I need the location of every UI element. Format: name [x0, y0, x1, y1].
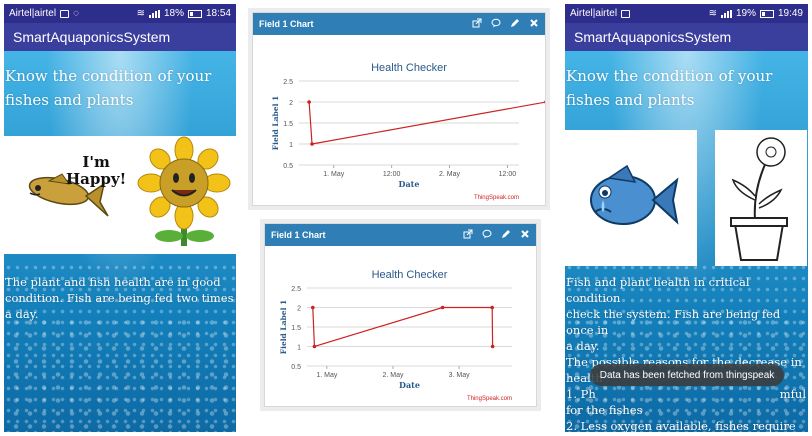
data-point	[440, 305, 445, 310]
clock: 18:54	[205, 8, 231, 19]
headline: Know the condition of your fishes and pl…	[5, 67, 212, 109]
edit-icon[interactable]	[510, 18, 520, 30]
x-tick-label: 1. May	[316, 372, 338, 379]
y-tick-label: 2.5	[283, 79, 293, 86]
x-tick-label: 3. May	[449, 372, 471, 379]
comment-icon[interactable]	[482, 229, 492, 241]
y-tick-label: 0.5	[283, 163, 293, 170]
status-message: Fish and plant health in critical condit…	[566, 274, 806, 432]
sad-fish-image	[565, 130, 697, 266]
y-tick-label: 1.5	[283, 121, 293, 128]
screenshot-collage: Airtel|airtel ◌ ≋ 18% 18:54 SmartAquapon…	[0, 0, 812, 436]
data-point	[310, 142, 314, 146]
y-tick-label: 1	[297, 345, 301, 352]
toast-notification: Data has been fetched from thingspeak	[590, 364, 784, 386]
y-tick-label: 2.5	[291, 286, 301, 293]
data-point	[490, 305, 494, 310]
comment-icon[interactable]	[491, 18, 501, 30]
chart-card-2: Field 1 Chart Health Checker 2.5 2 1.5 1 0.5 1…	[264, 223, 537, 407]
y-tick-label: 1	[289, 142, 293, 149]
app-title: SmartAquaponicsSystem	[574, 29, 732, 45]
y-tick-label: 2	[297, 306, 301, 313]
chart-title: Health Checker	[371, 62, 447, 74]
carrier-label: Airtel|airtel	[570, 8, 618, 19]
data-point	[312, 344, 317, 349]
message-line: 2. Less oxygen available, fishes require	[566, 419, 796, 432]
sunflower-image	[134, 136, 236, 254]
message-line: check the system. Fish are being fed onc…	[566, 307, 781, 337]
battery-percent: 19%	[735, 8, 756, 19]
x-axis-label: Date	[399, 179, 420, 189]
message-line: Fish and plant health in critical condit…	[566, 275, 750, 305]
message-line: a day.	[566, 339, 600, 353]
data-point	[307, 100, 311, 104]
carrier-label: Airtel|airtel	[9, 8, 57, 19]
data-point	[310, 305, 315, 310]
card-title: Field 1 Chart	[271, 230, 326, 240]
image-notification-icon	[621, 9, 631, 18]
sunflower-icon	[137, 136, 231, 246]
app-title: SmartAquaponicsSystem	[13, 29, 171, 45]
edit-icon[interactable]	[501, 229, 511, 241]
speech-line-2: Happy!	[66, 170, 127, 188]
message-line-tail: mful	[779, 387, 806, 401]
status-message: The plant and fish health are in good co…	[5, 275, 234, 321]
battery-percent: 18%	[163, 8, 184, 19]
headline: Know the condition of your fishes and pl…	[566, 67, 773, 109]
close-icon[interactable]	[520, 229, 530, 241]
status-bar: Airtel|airtel ≋ 19% 19:49	[565, 4, 808, 23]
data-point	[490, 344, 495, 349]
battery-icon	[187, 9, 202, 18]
card-header: Field 1 Chart	[253, 13, 545, 35]
x-tick-label: 12:00	[499, 171, 517, 178]
whatsapp-icon: ◌	[73, 8, 80, 19]
speech-line-1: I'm	[82, 153, 110, 171]
line-chart-2: Health Checker 2.5 2 1.5 1 0.5 1. May 2. May 3. …	[279, 269, 512, 402]
close-icon[interactable]	[529, 18, 539, 30]
app-bar: SmartAquaponicsSystem	[4, 23, 236, 51]
wifi-icon: ≋	[708, 8, 717, 19]
x-tick-label: 12:00	[383, 171, 401, 178]
chart-title: Health Checker	[372, 269, 448, 281]
image-notification-icon	[60, 9, 70, 18]
external-link-icon[interactable]	[463, 229, 473, 241]
battery-icon	[759, 9, 774, 18]
y-tick-label: 0.5	[291, 364, 301, 371]
signal-icon	[720, 9, 732, 18]
sad-fish-icon	[590, 164, 679, 225]
x-tick-label: 1. May	[323, 171, 345, 178]
message-line: for the fishes	[566, 403, 643, 417]
external-link-icon[interactable]	[472, 18, 482, 30]
wilted-flower-icon	[730, 137, 788, 261]
wifi-icon: ≋	[136, 8, 145, 19]
clock: 19:49	[777, 8, 803, 19]
message-line: 1. Ph	[566, 387, 596, 401]
card-title: Field 1 Chart	[259, 19, 314, 29]
y-tick-label: 2	[289, 100, 293, 107]
x-tick-label: 2. May	[439, 171, 461, 178]
x-axis-label: Date	[399, 380, 420, 390]
line-chart-1: Health Checker 2.5 2 1.5 1 0.5 1. May 12:00 2. M…	[271, 62, 548, 201]
y-axis-label: Field Label 1	[271, 96, 280, 150]
card-header: Field 1 Chart	[265, 224, 536, 246]
thingspeak-credit[interactable]: ThingSpeak.com	[467, 396, 512, 402]
chart-card-1: Field 1 Chart Health Checker 2.5 2 1.5 1 0.5 1…	[252, 12, 548, 206]
status-bar: Airtel|airtel ◌ ≋ 18% 18:54	[4, 4, 236, 23]
x-tick-label: 2. May	[382, 372, 404, 379]
thingspeak-credit[interactable]: ThingSpeak.com	[474, 195, 519, 201]
happy-fish-image: I'm Happy!	[4, 136, 134, 254]
signal-icon	[148, 9, 160, 18]
left-phone-screen: Airtel|airtel ◌ ≋ 18% 18:54 SmartAquapon…	[4, 4, 236, 432]
app-bar: SmartAquaponicsSystem	[565, 23, 808, 51]
y-axis-label: Field Label 1	[279, 300, 288, 354]
y-tick-label: 1.5	[291, 325, 301, 332]
wilted-flower-image	[715, 130, 807, 266]
data-point	[544, 100, 548, 104]
